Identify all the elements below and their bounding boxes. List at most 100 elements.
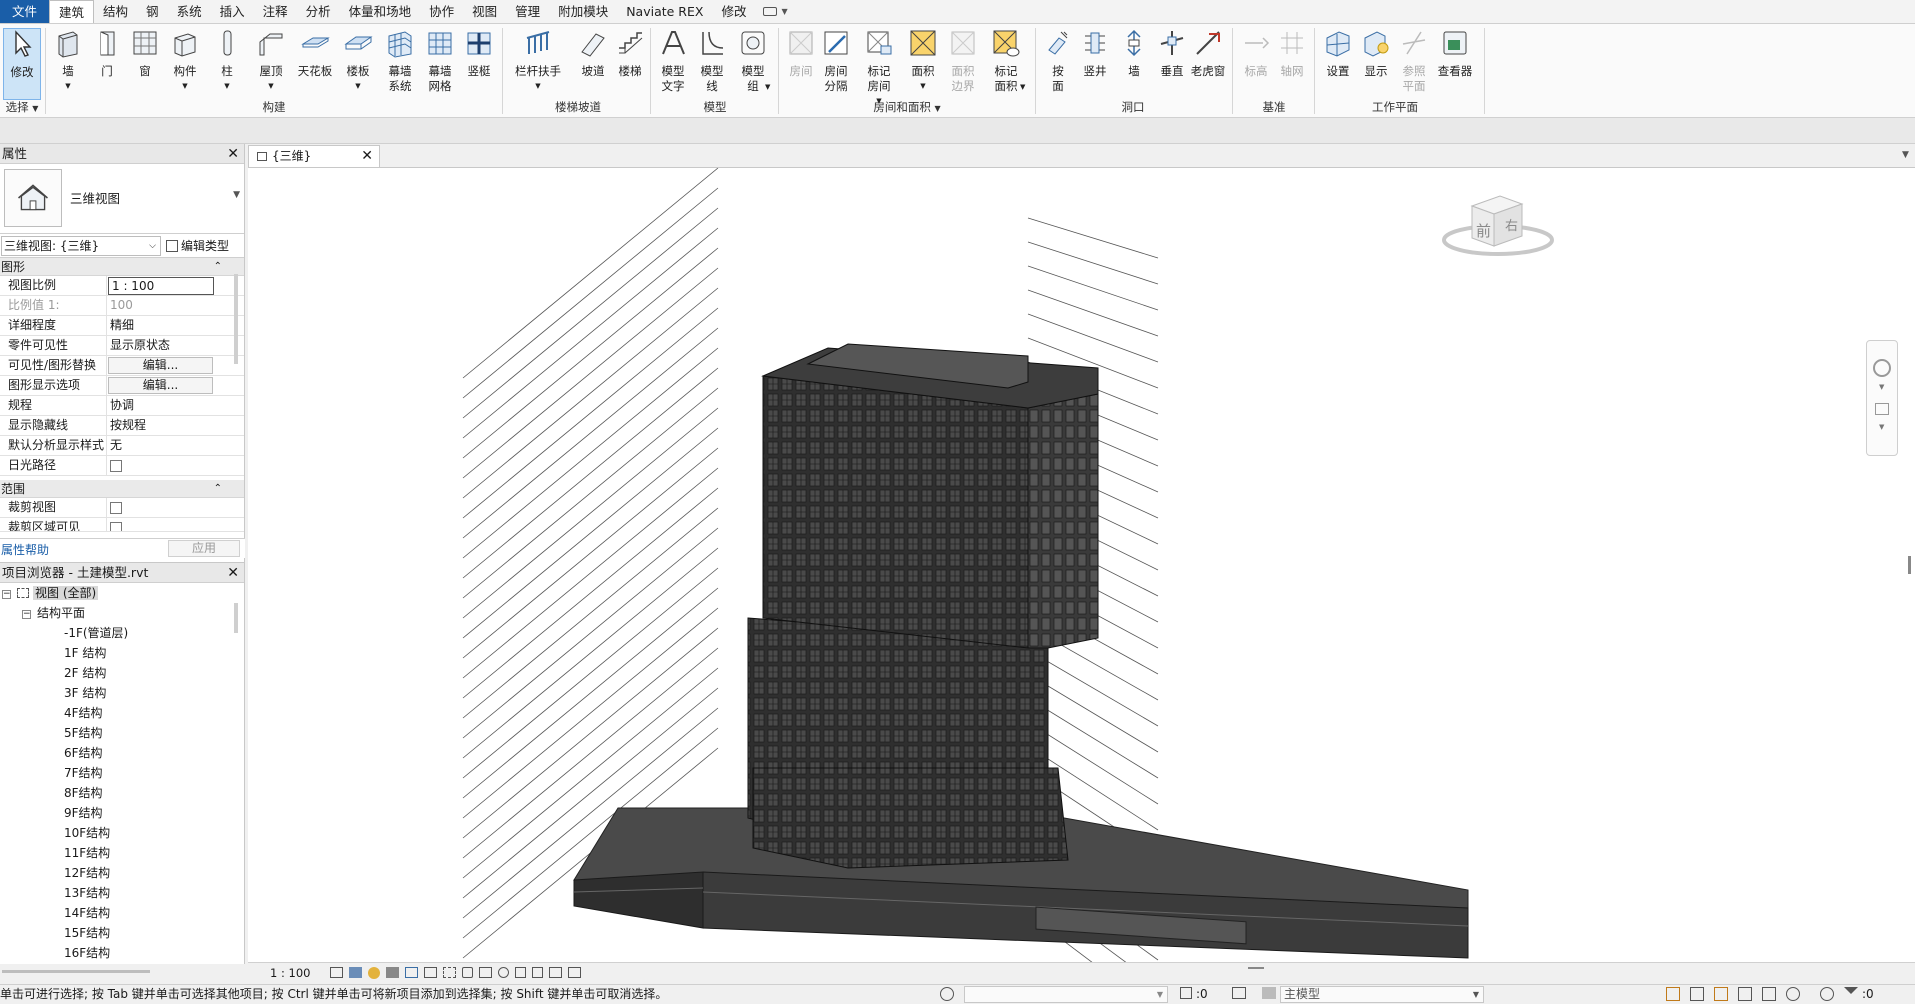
ref-plane-button[interactable]: 参照 平面 bbox=[1396, 28, 1432, 94]
select-panel-label[interactable]: 选择 ▼ bbox=[2, 99, 42, 115]
model-line-button[interactable]: 模型线 bbox=[694, 28, 730, 94]
view-bar-splitter[interactable] bbox=[1248, 967, 1264, 969]
sun-path-checkbox[interactable] bbox=[110, 460, 122, 472]
prop-row-discipline[interactable]: 规程 协调 bbox=[0, 396, 244, 416]
prop-row-analysis-style[interactable]: 默认分析显示样式无 bbox=[0, 436, 244, 456]
tab-collaborate[interactable]: 协作 bbox=[420, 0, 463, 23]
model-group-button[interactable]: 模型组 ▼ bbox=[735, 28, 771, 94]
unlock-view-icon[interactable] bbox=[462, 967, 473, 978]
ramp-button[interactable]: 坡道 bbox=[575, 28, 611, 79]
curtain-system-button[interactable]: 幕墙 系统 bbox=[382, 28, 418, 94]
crop-region-icon[interactable] bbox=[443, 967, 456, 978]
viewcube-front-face[interactable]: 前 bbox=[1476, 220, 1491, 241]
tab-steel[interactable]: 钢 bbox=[137, 0, 168, 23]
highlight-displacement-icon[interactable] bbox=[549, 967, 562, 978]
worksharing-icon[interactable] bbox=[1232, 987, 1246, 999]
3d-viewport[interactable]: 前 右 bbox=[248, 167, 1915, 1004]
tab-naviate-rex[interactable]: Naviate REX bbox=[617, 0, 712, 23]
tree-item[interactable]: 6F结构 bbox=[64, 743, 103, 763]
roof-button[interactable]: 屋顶 ▼ bbox=[253, 28, 289, 94]
tree-item[interactable]: 9F结构 bbox=[64, 803, 103, 823]
viewcube[interactable]: 前 右 bbox=[1438, 188, 1558, 268]
tab-structure[interactable]: 结构 bbox=[94, 0, 137, 23]
filter-icon[interactable] bbox=[1844, 987, 1858, 999]
railing-button[interactable]: 栏杆扶手 ▼ bbox=[512, 28, 564, 94]
view-instance-select[interactable]: 三维视图: {三维} ⌵ bbox=[1, 236, 161, 256]
tag-room-button[interactable]: 标记 房间 ▼ bbox=[861, 28, 897, 109]
building-model[interactable] bbox=[248, 167, 1915, 1004]
viewport-scroll-indicator[interactable] bbox=[1908, 556, 1911, 574]
room-button[interactable]: 房间 bbox=[783, 28, 819, 79]
close-icon[interactable]: ✕ bbox=[361, 146, 373, 166]
tab-manage[interactable]: 管理 bbox=[506, 0, 549, 23]
tab-massing-site[interactable]: 体量和场地 bbox=[340, 0, 421, 23]
type-selector[interactable]: 三维视图 ▼ bbox=[0, 164, 244, 234]
model-text-button[interactable]: 模型 文字 bbox=[655, 28, 691, 94]
viewcube-right-face[interactable]: 右 bbox=[1505, 215, 1518, 234]
close-icon[interactable]: ✕ bbox=[227, 144, 239, 164]
tab-list-chevron-icon[interactable]: ▼ bbox=[1902, 150, 1909, 160]
select-links-icon[interactable] bbox=[1666, 987, 1680, 1001]
shaft-button[interactable]: 竖井 bbox=[1077, 28, 1113, 79]
tab-insert[interactable]: 插入 bbox=[211, 0, 254, 23]
quick-access-toggle[interactable]: ▼ bbox=[755, 0, 795, 23]
properties-help-link[interactable]: 属性帮助 bbox=[1, 541, 49, 558]
chevron-down-icon[interactable]: ▼ bbox=[233, 190, 240, 200]
modify-button[interactable]: 修改 bbox=[3, 28, 41, 100]
select-pinned-icon[interactable] bbox=[1714, 987, 1728, 1001]
grid-button[interactable]: 轴网 bbox=[1274, 28, 1310, 79]
prop-row-detail-level[interactable]: 详细程度 精细 bbox=[0, 316, 244, 336]
tree-item[interactable]: 8F结构 bbox=[64, 783, 103, 803]
tab-view[interactable]: 视图 bbox=[463, 0, 506, 23]
apply-button[interactable]: 应用 bbox=[168, 540, 240, 557]
tree-item[interactable]: 13F结构 bbox=[64, 883, 110, 903]
temp-hide-icon[interactable] bbox=[479, 967, 492, 978]
browser-scrollbar[interactable] bbox=[234, 603, 238, 633]
door-button[interactable]: 门 bbox=[89, 28, 125, 79]
vg-edit-button[interactable]: 编辑... bbox=[108, 357, 213, 374]
tree-item[interactable]: 2F 结构 bbox=[64, 663, 106, 683]
temp-view-props-icon[interactable] bbox=[515, 967, 526, 978]
tree-item[interactable]: 1F 结构 bbox=[64, 643, 106, 663]
graphic-display-edit-button[interactable]: 编辑... bbox=[108, 377, 213, 394]
component-button[interactable]: 构件 ▼ bbox=[167, 28, 203, 94]
tab-systems[interactable]: 系统 bbox=[168, 0, 211, 23]
model-select[interactable]: 主模型 ▼ bbox=[1280, 986, 1484, 1003]
tab-modify[interactable]: 修改 bbox=[712, 0, 755, 23]
dormer-button[interactable]: 老虎窗 bbox=[1190, 28, 1226, 79]
tree-item[interactable]: 15F结构 bbox=[64, 923, 110, 943]
select-underlay-icon[interactable] bbox=[1690, 987, 1704, 1001]
tree-item[interactable]: 11F结构 bbox=[64, 843, 110, 863]
tree-item[interactable]: 3F 结构 bbox=[64, 683, 106, 703]
floor-button[interactable]: 楼板 ▼ bbox=[340, 28, 376, 94]
crop-view-icon[interactable] bbox=[424, 967, 437, 978]
tab-annotate[interactable]: 注释 bbox=[254, 0, 297, 23]
browser-hscrollbar[interactable] bbox=[2, 970, 150, 973]
ceiling-button[interactable]: 天花板 bbox=[295, 28, 335, 79]
chevron-down-icon[interactable]: ▼ bbox=[1879, 423, 1884, 431]
visual-style-icon[interactable] bbox=[349, 967, 362, 978]
area-button[interactable]: 面积 ▼ bbox=[905, 28, 941, 94]
tree-item[interactable]: 5F结构 bbox=[64, 723, 103, 743]
mullion-button[interactable]: 竖梃 bbox=[461, 28, 497, 79]
room-area-panel-label[interactable]: 房间和面积 ▼ bbox=[783, 99, 1031, 115]
properties-scrollbar[interactable] bbox=[234, 274, 238, 364]
room-separator-button[interactable]: 房间 分隔 bbox=[818, 28, 854, 94]
column-button[interactable]: 柱 ▼ bbox=[211, 28, 243, 94]
constraints-icon[interactable] bbox=[568, 967, 581, 978]
view-scale[interactable]: 1 : 100 bbox=[270, 963, 310, 983]
wall-button[interactable]: 墙 ▼ bbox=[50, 28, 86, 94]
tree-item[interactable]: 10F结构 bbox=[64, 823, 110, 843]
window-button[interactable]: 窗 bbox=[127, 28, 163, 79]
editable-only-icon[interactable] bbox=[940, 987, 954, 1001]
drag-on-selection-icon[interactable] bbox=[1762, 987, 1776, 1001]
vertical-opening-button[interactable]: 垂直 bbox=[1154, 28, 1190, 79]
design-options-icon[interactable] bbox=[1262, 987, 1276, 999]
opening-by-face-button[interactable]: 按面 bbox=[1040, 28, 1076, 94]
tree-item[interactable]: 14F结构 bbox=[64, 903, 110, 923]
close-icon[interactable]: ✕ bbox=[227, 563, 239, 583]
crop-visible-checkbox[interactable] bbox=[110, 522, 122, 531]
view-tab-3d[interactable]: {三维} ✕ bbox=[248, 145, 380, 167]
prop-row-parts-visibility[interactable]: 零件可见性 显示原状态 bbox=[0, 336, 244, 356]
shadows-icon[interactable] bbox=[386, 967, 399, 978]
